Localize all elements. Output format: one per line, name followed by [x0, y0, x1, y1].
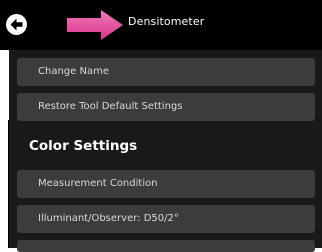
back-button[interactable]	[6, 14, 27, 35]
pink-arrow-icon	[67, 10, 123, 40]
illuminant-observer-button[interactable]: Illuminant/Observer: D50/2°	[17, 205, 315, 233]
section-heading-color-settings: Color Settings	[29, 138, 138, 154]
restore-defaults-button[interactable]: Restore Tool Default Settings	[17, 93, 315, 121]
page-title: Densitometer	[128, 15, 205, 28]
screen: Densitometer Change Name Restore Tool De…	[0, 0, 322, 252]
measurement-condition-button[interactable]: Measurement Condition	[17, 170, 315, 198]
menu-item-partial[interactable]	[17, 240, 315, 252]
change-name-button[interactable]: Change Name	[17, 58, 315, 86]
back-arrow-icon	[10, 18, 23, 31]
top-bar: Densitometer	[0, 0, 322, 50]
